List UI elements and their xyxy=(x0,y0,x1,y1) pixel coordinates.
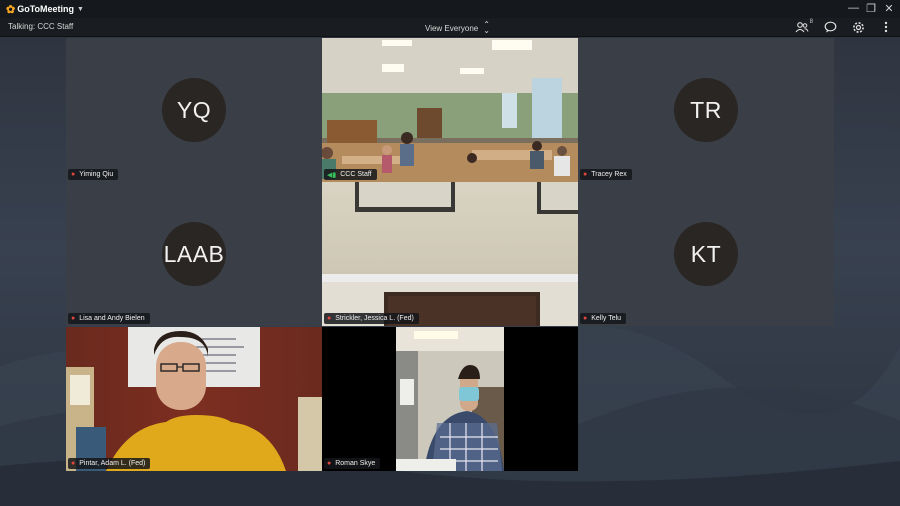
more-button[interactable] xyxy=(878,19,894,35)
title-bar: ✿ GoToMeeting ▼ — ❐ ✕ xyxy=(0,0,900,18)
window-controls: — ❐ ✕ xyxy=(848,2,894,15)
video-stage: YQ ● Yiming Qiu ◀▮ CCC Staff TR ● Tracey… xyxy=(0,37,900,506)
participant-name: Roman Skye xyxy=(335,460,376,467)
participant-nametag: ● Lisa and Andy Bielen xyxy=(68,313,150,324)
mic-muted-icon: ● xyxy=(71,171,76,178)
attendees-button[interactable]: 8 xyxy=(794,19,813,35)
participant-name: CCC Staff xyxy=(340,171,372,178)
participant-tile[interactable]: KT ● Kelly Telu xyxy=(578,182,834,326)
gotomeeting-logo-icon: ✿ xyxy=(6,3,16,16)
participant-tile[interactable]: TR ● Tracey Rex xyxy=(578,38,834,182)
mic-muted-icon: ● xyxy=(583,171,588,178)
settings-button[interactable] xyxy=(850,19,866,35)
view-selector[interactable]: View Everyone ⌃ ⌄ xyxy=(425,20,490,35)
participant-nametag: ● Tracey Rex xyxy=(580,169,632,180)
view-selector-label: View Everyone xyxy=(425,23,479,33)
avatar: LAAB xyxy=(162,222,226,286)
settings-icon xyxy=(852,21,864,33)
classroom-video xyxy=(322,38,578,182)
mic-muted-icon: ● xyxy=(327,460,332,467)
meeting-toolbar: Talking: CCC Staff View Everyone ⌃ ⌄ 8 xyxy=(0,18,900,37)
participant-name: Strickler, Jessica L. (Fed) xyxy=(335,315,414,322)
office-video xyxy=(396,327,504,471)
mic-muted-icon: ● xyxy=(583,315,588,322)
avatar: TR xyxy=(674,78,738,142)
participant-tile[interactable]: ◀▮ CCC Staff xyxy=(322,38,578,182)
participant-tile[interactable]: ● Roman Skye xyxy=(322,327,578,471)
participant-nametag: ● Kelly Telu xyxy=(580,313,627,324)
participant-tile[interactable]: YQ ● Yiming Qiu xyxy=(66,38,322,182)
participant-tile[interactable]: ● Pintar, Adam L. (Fed) xyxy=(66,327,322,471)
mic-muted-icon: ● xyxy=(327,315,332,322)
participant-nametag: ● Strickler, Jessica L. (Fed) xyxy=(324,313,419,324)
chat-button[interactable] xyxy=(822,19,838,35)
app-name: GoToMeeting xyxy=(17,4,75,14)
avatar: YQ xyxy=(162,78,226,142)
chevron-down-icon: ▼ xyxy=(77,5,84,13)
attendees-icon xyxy=(795,21,809,32)
participant-nametag: ● Roman Skye xyxy=(324,458,381,469)
avatar: KT xyxy=(674,222,738,286)
minimize-button[interactable]: — xyxy=(848,2,859,15)
sort-arrows-icon: ⌃ ⌄ xyxy=(483,20,490,35)
mic-muted-icon: ● xyxy=(71,460,76,467)
participant-nametag: ● Yiming Qiu xyxy=(68,169,119,180)
speaking-icon: ◀▮ xyxy=(327,171,337,179)
participant-name: Kelly Telu xyxy=(591,315,622,322)
participant-tile[interactable]: LAAB ● Lisa and Andy Bielen xyxy=(66,182,322,326)
participant-nametag: ● Pintar, Adam L. (Fed) xyxy=(68,458,151,469)
participant-name: Tracey Rex xyxy=(591,171,627,178)
office-video xyxy=(66,327,322,471)
participant-nametag: ◀▮ CCC Staff xyxy=(324,169,377,180)
app-menu[interactable]: ✿ GoToMeeting ▼ xyxy=(6,3,84,16)
participant-name: Pintar, Adam L. (Fed) xyxy=(79,460,146,467)
attendee-count: 8 xyxy=(809,19,813,25)
participant-name: Yiming Qiu xyxy=(79,171,114,178)
participant-tile[interactable]: ● Strickler, Jessica L. (Fed) xyxy=(322,182,578,326)
more-icon xyxy=(884,21,888,33)
mic-muted-icon: ● xyxy=(71,315,76,322)
participant-name: Lisa and Andy Bielen xyxy=(79,315,145,322)
chat-icon xyxy=(824,21,836,33)
close-button[interactable]: ✕ xyxy=(884,2,894,15)
room-video xyxy=(322,182,578,326)
toolbar-actions: 8 xyxy=(794,19,894,35)
talking-indicator: Talking: CCC Staff xyxy=(8,22,74,31)
restore-button[interactable]: ❐ xyxy=(866,2,876,15)
